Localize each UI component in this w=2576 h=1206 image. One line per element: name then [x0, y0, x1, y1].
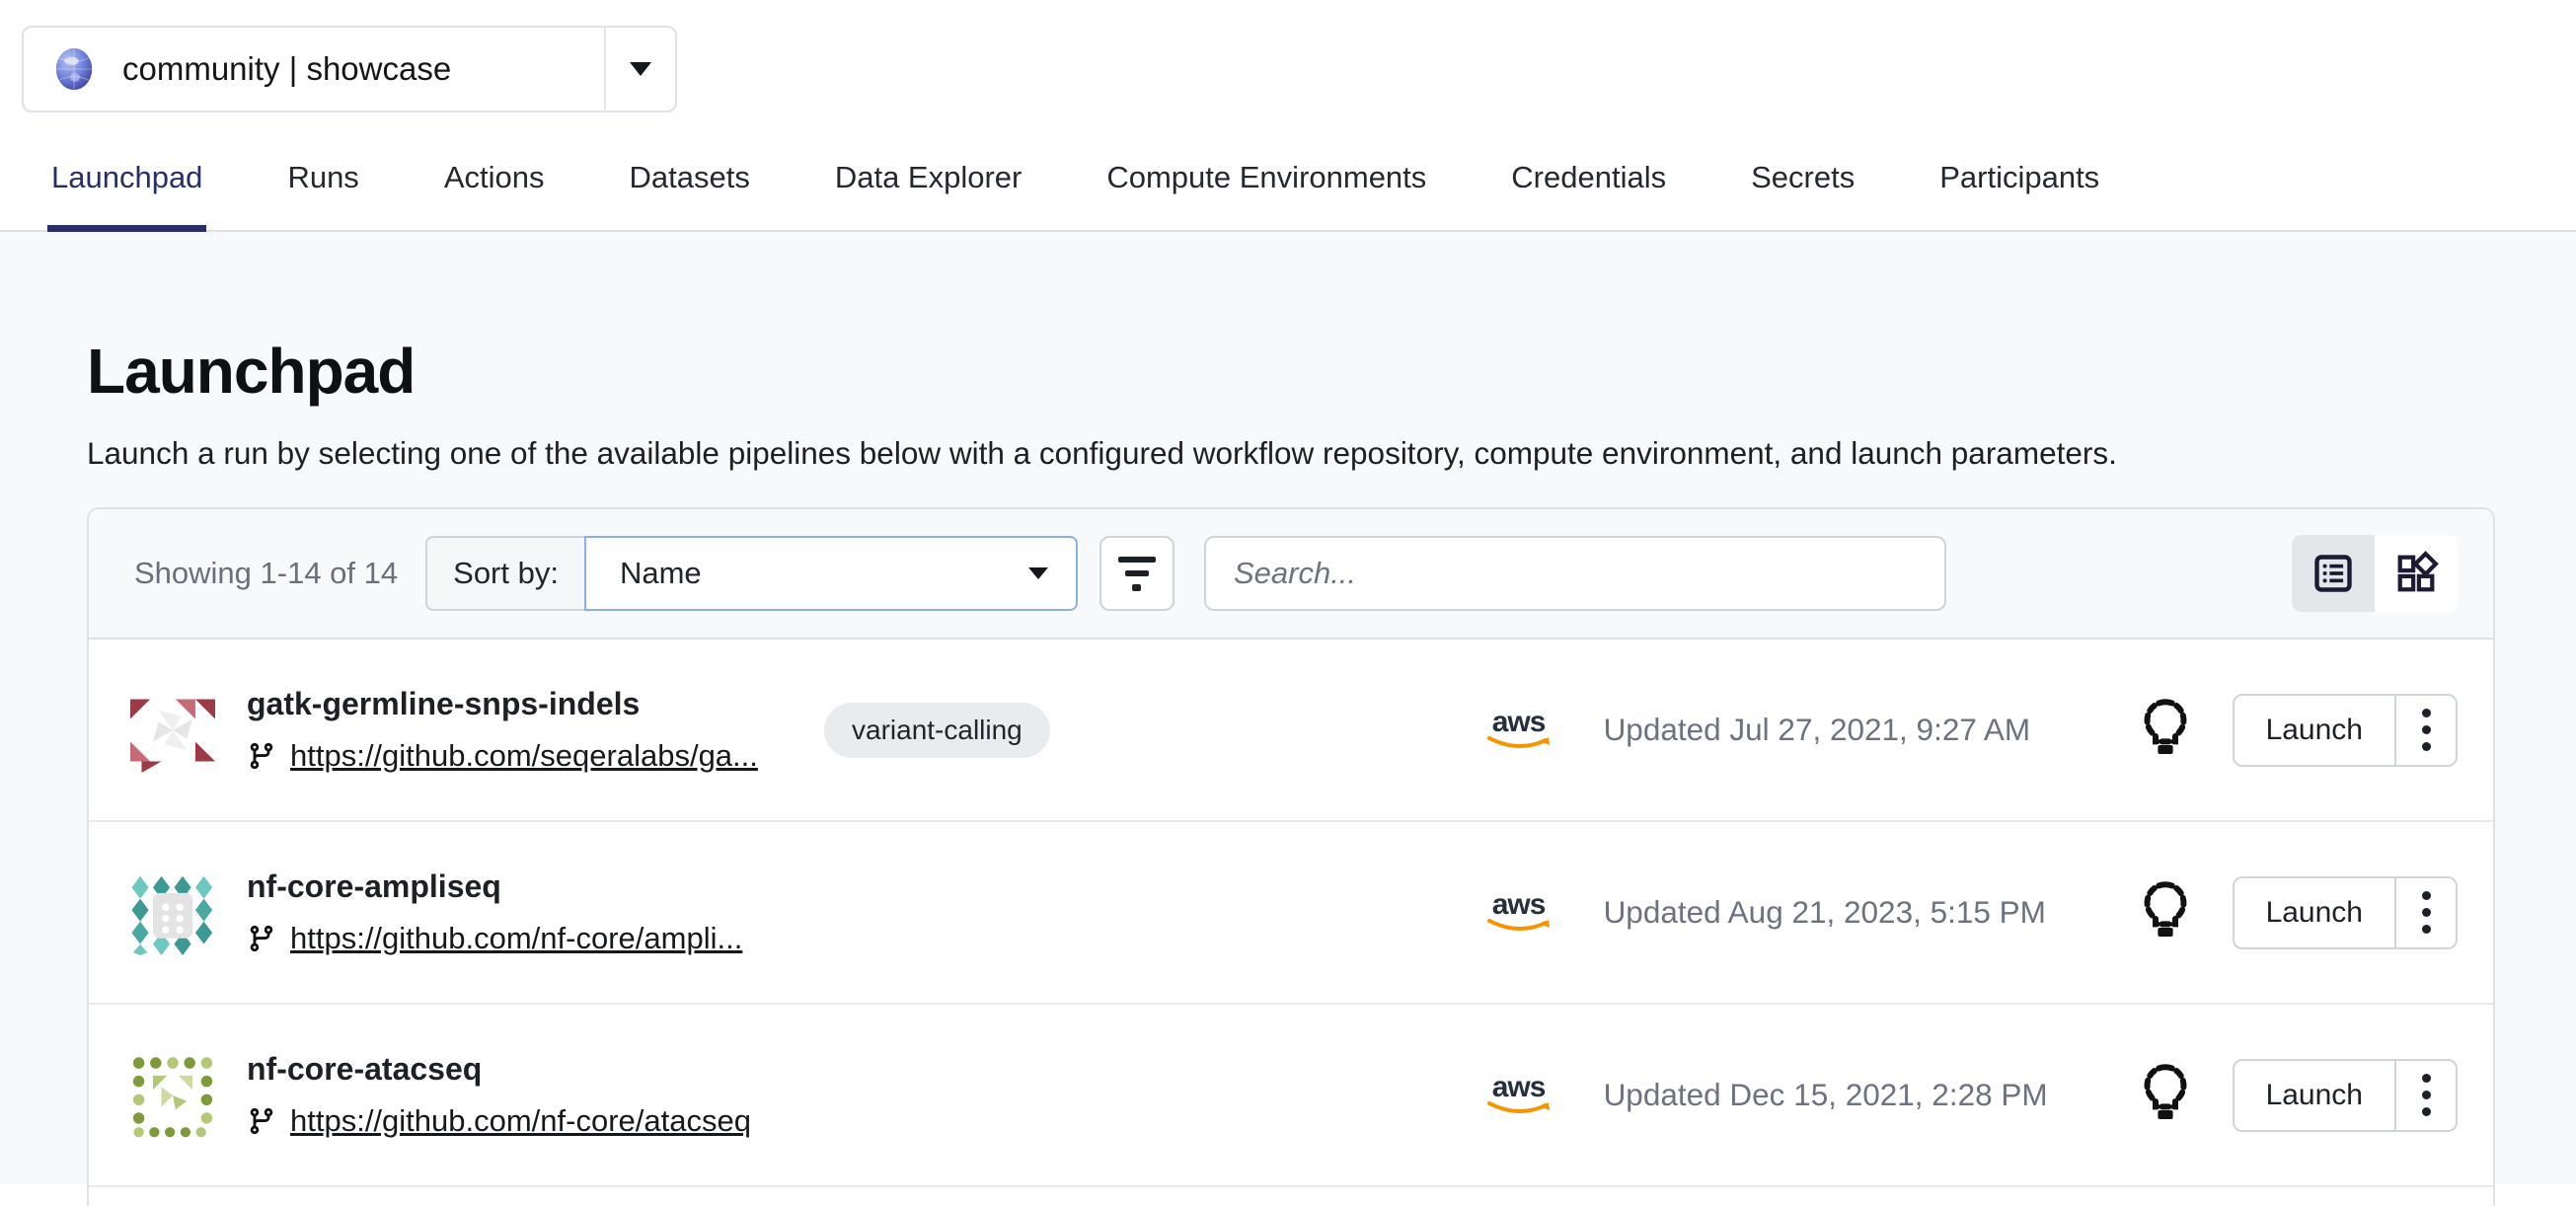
pipeline-name: nf-core-ampliseq [247, 868, 824, 905]
updated-timestamp: Updated Aug 21, 2023, 5:15 PM [1604, 894, 2124, 931]
sort-control: Sort by: Name [425, 536, 1078, 611]
chevron-down-icon [630, 62, 651, 76]
kebab-icon [2422, 709, 2431, 717]
row-menu-button[interactable] [2394, 878, 2456, 947]
workspace-selector-main[interactable]: community | showcase [24, 28, 604, 111]
pipeline-info: gatk-germline-snps-indels https://github… [247, 686, 824, 774]
main-content: Launchpad Launch a run by selecting one … [0, 232, 2576, 1184]
search-input[interactable] [1204, 536, 1946, 611]
pipeline-row: nf-core-atacseq https://github.com/nf-co… [89, 1005, 2493, 1187]
kebab-icon [2422, 891, 2431, 900]
launch-split-button: Launch [2233, 694, 2458, 767]
row-menu-button[interactable] [2394, 696, 2456, 765]
tab-secrets[interactable]: Secrets [1747, 154, 1858, 230]
pipeline-repo-link[interactable]: https://github.com/nf-core/atacseq [290, 1103, 751, 1139]
pipeline-avatar [130, 1053, 215, 1138]
filter-icon [1118, 557, 1156, 563]
aws-logo: aws [1483, 710, 1554, 751]
tab-credentials[interactable]: Credentials [1507, 154, 1670, 230]
tab-data-explorer[interactable]: Data Explorer [831, 154, 1026, 230]
workspace-name: community | showcase [122, 50, 451, 88]
pipelines-toolbar: Showing 1-14 of 14 Sort by: Name [89, 509, 2493, 640]
pipeline-repo-link[interactable]: https://github.com/seqeralabs/ga... [290, 738, 758, 774]
pipeline-row: gatk-germline-snps-indels https://github… [89, 640, 2493, 822]
git-branch-icon [247, 922, 276, 955]
pipeline-name: nf-core-atacseq [247, 1051, 824, 1088]
pipeline-avatar [130, 870, 215, 955]
launch-split-button: Launch [2233, 876, 2458, 949]
pipeline-tag-badge: variant-calling [824, 703, 1050, 758]
aws-logo: aws [1483, 892, 1554, 934]
list-view-button[interactable] [2292, 535, 2375, 612]
quick-launch-icon[interactable] [2140, 879, 2191, 945]
grid-view-button[interactable] [2375, 535, 2458, 612]
tab-participants[interactable]: Participants [1935, 154, 2103, 230]
pipelines-card: Showing 1-14 of 14 Sort by: Name [87, 507, 2495, 1206]
tab-runs[interactable]: Runs [283, 154, 362, 230]
updated-timestamp: Updated Dec 15, 2021, 2:28 PM [1604, 1077, 2124, 1113]
page-description: Launch a run by selecting one of the ava… [87, 435, 2495, 472]
updated-timestamp: Updated Jul 27, 2021, 9:27 AM [1604, 712, 2124, 748]
sort-by-label: Sort by: [425, 536, 584, 611]
kebab-icon [2422, 1074, 2431, 1083]
view-toggle [2292, 535, 2458, 612]
pipeline-avatar [130, 688, 215, 773]
tab-actions[interactable]: Actions [440, 154, 549, 230]
git-branch-icon [247, 739, 276, 773]
row-menu-button[interactable] [2394, 1061, 2456, 1130]
tab-datasets[interactable]: Datasets [625, 154, 753, 230]
grid-view-icon [2393, 551, 2439, 596]
pipeline-row: nf-core-ampliseq https://github.com/nf-c… [89, 822, 2493, 1005]
launch-button[interactable]: Launch [2235, 1061, 2394, 1130]
globe-icon [51, 46, 97, 92]
launch-split-button: Launch [2233, 1059, 2458, 1132]
header: community | showcase Launchpad Runs Acti… [0, 0, 2576, 232]
pipeline-info: nf-core-atacseq https://github.com/nf-co… [247, 1051, 824, 1139]
workspace-tabs: Launchpad Runs Actions Datasets Data Exp… [0, 154, 2576, 232]
results-count: Showing 1-14 of 14 [134, 556, 398, 591]
tab-launchpad[interactable]: Launchpad [47, 154, 206, 232]
sort-selected-value: Name [620, 556, 702, 591]
pipeline-repo-link[interactable]: https://github.com/nf-core/ampli... [290, 921, 742, 956]
pipeline-info: nf-core-ampliseq https://github.com/nf-c… [247, 868, 824, 956]
chevron-down-icon [1028, 567, 1048, 579]
tab-compute-environments[interactable]: Compute Environments [1102, 154, 1430, 230]
launch-button[interactable]: Launch [2235, 696, 2394, 765]
list-view-icon [2311, 552, 2355, 595]
pipeline-name: gatk-germline-snps-indels [247, 686, 824, 722]
workspace-dropdown-button[interactable] [604, 28, 675, 111]
quick-launch-icon[interactable] [2140, 697, 2191, 763]
sort-select[interactable]: Name [584, 536, 1078, 611]
page-title: Launchpad [87, 232, 2495, 408]
workspace-selector[interactable]: community | showcase [22, 26, 677, 113]
git-branch-icon [247, 1104, 276, 1138]
launch-button[interactable]: Launch [2235, 878, 2394, 947]
aws-logo: aws [1483, 1075, 1554, 1116]
quick-launch-icon[interactable] [2140, 1062, 2191, 1128]
filter-button[interactable] [1099, 536, 1174, 611]
